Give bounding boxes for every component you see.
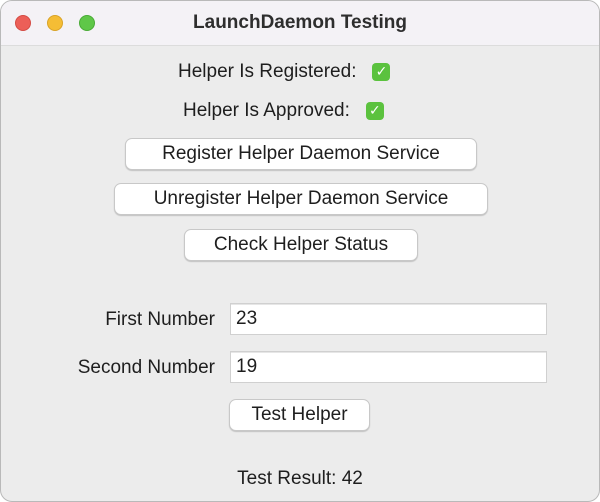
register-helper-button[interactable]: Register Helper Daemon Service bbox=[125, 138, 477, 170]
second-number-label: Second Number bbox=[77, 357, 215, 378]
registered-checkmark-icon: ✓ bbox=[372, 63, 391, 81]
registered-label: Helper Is Registered: bbox=[178, 61, 357, 82]
approved-checkmark-icon: ✓ bbox=[365, 102, 384, 120]
approved-status-row: Helper Is Approved: ✓ bbox=[183, 99, 384, 123]
window-title: LaunchDaemon Testing bbox=[193, 12, 407, 33]
test-result-text: Test Result: 42 bbox=[237, 468, 363, 489]
app-window: LaunchDaemon Testing Helper Is Registere… bbox=[0, 0, 600, 502]
unregister-helper-button[interactable]: Unregister Helper Daemon Service bbox=[114, 183, 488, 215]
title-bar[interactable]: LaunchDaemon Testing bbox=[1, 1, 599, 46]
check-helper-status-button[interactable]: Check Helper Status bbox=[184, 229, 418, 261]
approved-label: Helper Is Approved: bbox=[183, 100, 350, 121]
registered-status-row: Helper Is Registered: ✓ bbox=[178, 60, 391, 84]
first-number-label: First Number bbox=[105, 309, 215, 330]
first-number-field[interactable] bbox=[230, 303, 547, 335]
test-helper-button[interactable]: Test Helper bbox=[229, 399, 370, 431]
second-number-field[interactable] bbox=[230, 351, 547, 383]
